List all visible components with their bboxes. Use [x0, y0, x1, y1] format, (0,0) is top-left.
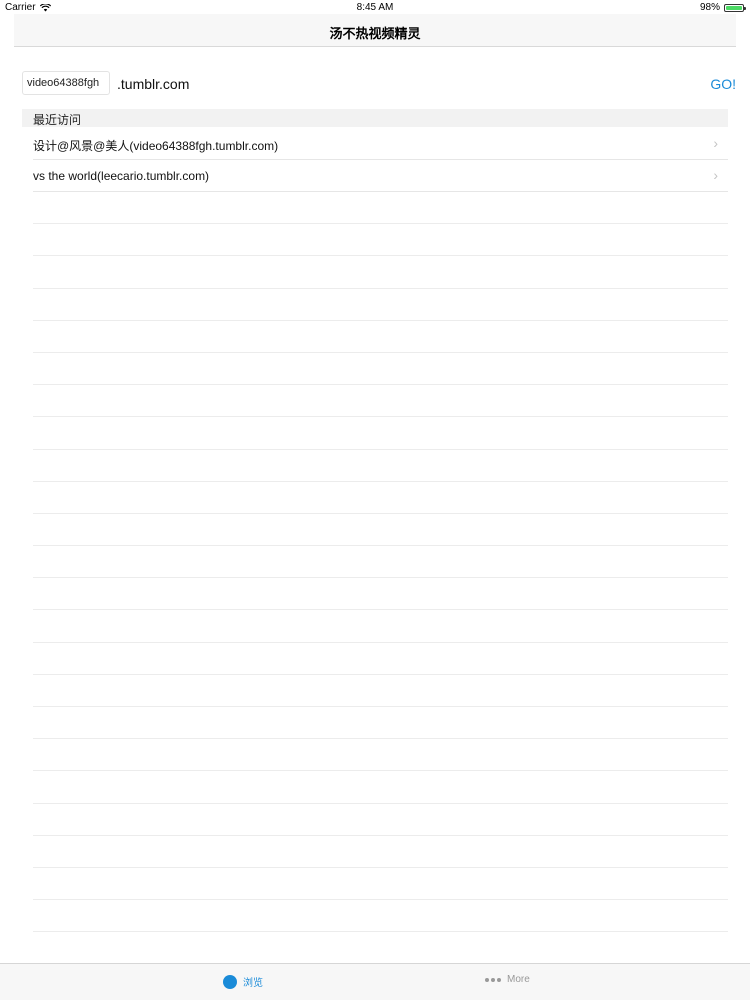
empty-row-separator — [33, 450, 728, 482]
empty-list-separators — [33, 192, 728, 933]
empty-row-separator — [33, 385, 728, 418]
recent-section-header: 最近访问 — [22, 109, 728, 127]
chevron-right-icon: › — [713, 167, 718, 183]
tab-browse[interactable]: 浏览 — [223, 974, 263, 989]
battery-percent: 98% — [699, 2, 720, 13]
empty-row-separator — [33, 610, 728, 643]
empty-row-separator — [33, 482, 728, 514]
empty-row-separator — [33, 353, 728, 386]
empty-row-separator — [33, 289, 728, 321]
blog-name-input[interactable] — [22, 71, 110, 95]
empty-row-separator — [33, 256, 728, 289]
empty-row-separator — [33, 192, 728, 225]
page-title: 汤不热视频精灵 — [329, 26, 421, 41]
recent-item-label: 设计@风景@美人(video64388fgh.tumblr.com) — [33, 139, 279, 153]
more-dots-icon — [485, 977, 501, 982]
empty-row-separator — [33, 836, 728, 868]
empty-row-separator — [33, 804, 728, 836]
tab-browse-label: 浏览 — [243, 978, 263, 989]
empty-row-separator — [33, 643, 728, 675]
status-time: 8:45 AM — [356, 2, 394, 13]
empty-row-separator — [33, 771, 728, 804]
tab-bar: 浏览 More — [0, 963, 750, 1000]
empty-row-separator — [33, 417, 728, 450]
empty-row-separator — [33, 514, 728, 547]
empty-row-separator — [33, 900, 728, 933]
empty-row-separator — [33, 868, 728, 901]
recent-list: 设计@风景@美人(video64388fgh.tumblr.com) › vs … — [22, 128, 728, 192]
tab-more-label: More — [507, 974, 530, 985]
tab-more[interactable]: More — [485, 974, 530, 985]
empty-row-separator — [33, 224, 728, 257]
go-button[interactable]: GO! — [710, 76, 736, 92]
recent-list-item[interactable]: vs the world(leecario.tumblr.com) › — [33, 160, 728, 192]
empty-row-separator — [33, 578, 728, 611]
circle-icon — [223, 974, 237, 989]
empty-row-separator — [33, 707, 728, 740]
domain-suffix-label: .tumblr.com — [117, 76, 190, 92]
chevron-right-icon: › — [713, 135, 718, 151]
empty-row-separator — [33, 675, 728, 707]
battery-icon — [724, 3, 746, 12]
battery-status: 98% — [699, 2, 746, 13]
battery-fill — [726, 5, 742, 10]
recent-item-label: vs the world(leecario.tumblr.com) — [33, 169, 210, 183]
empty-row-separator — [33, 739, 728, 772]
navigation-bar: 汤不热视频精灵 — [14, 14, 736, 47]
recent-header-label: 最近访问 — [33, 113, 82, 127]
empty-row-separator — [33, 546, 728, 579]
empty-row-separator — [33, 321, 728, 353]
status-bar: Carrier 8:45 AM 98% — [0, 0, 750, 14]
blog-input-row: .tumblr.com GO! — [22, 71, 738, 97]
recent-list-item[interactable]: 设计@风景@美人(video64388fgh.tumblr.com) › — [33, 128, 728, 160]
